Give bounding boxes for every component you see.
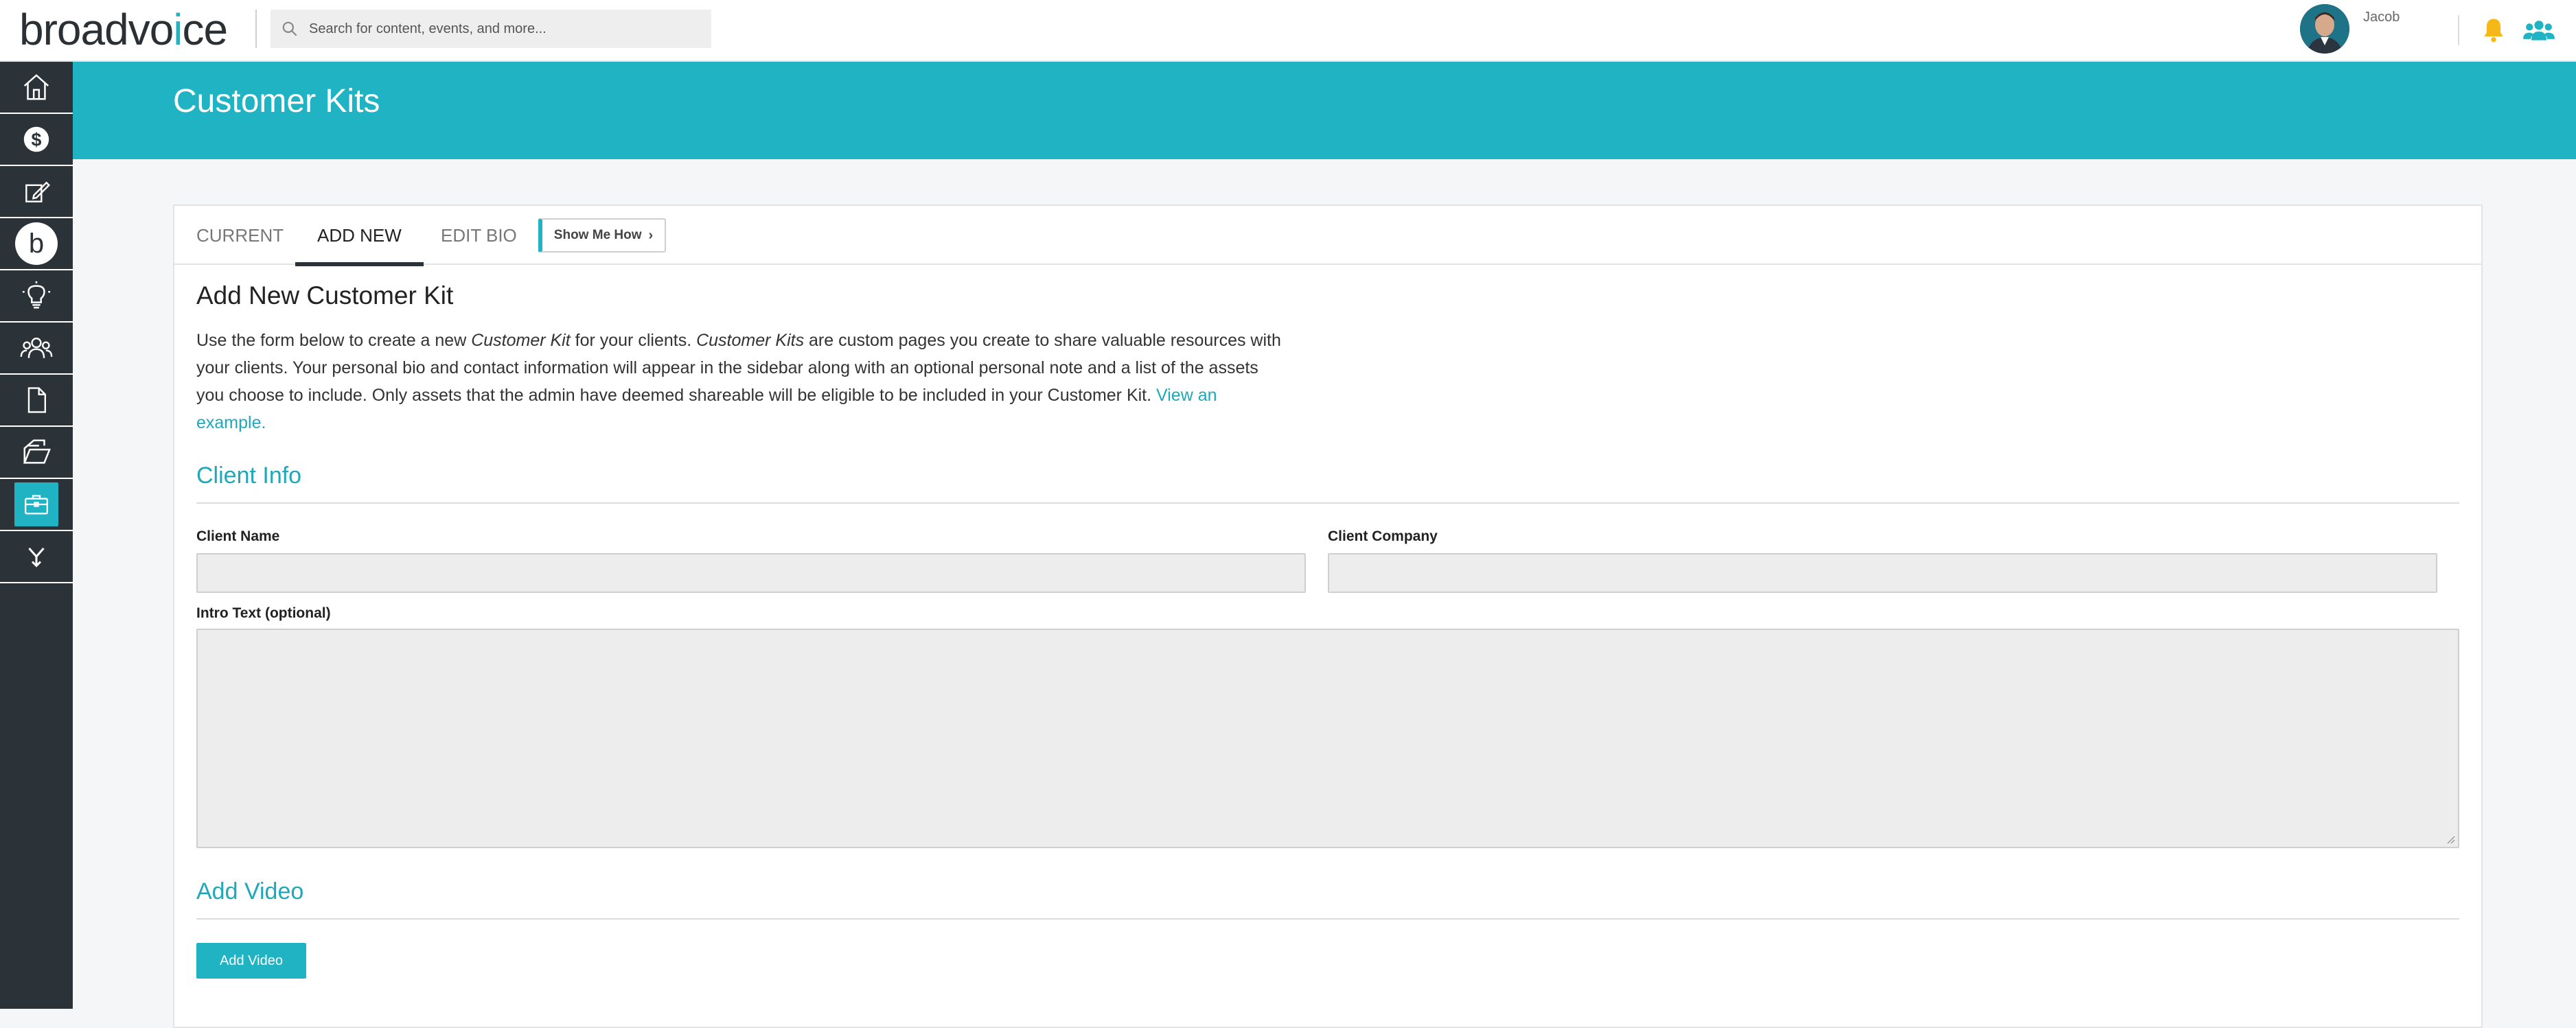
sidebar-item-broadvoice[interactable]: b — [0, 218, 73, 270]
home-icon — [14, 65, 58, 109]
document-icon — [14, 378, 58, 422]
sidebar-item-customer-kits[interactable] — [0, 479, 73, 531]
edit-icon — [14, 170, 58, 213]
show-me-how-label: Show Me How — [553, 228, 642, 242]
client-company-label: Client Company — [1328, 528, 1438, 544]
user-name[interactable]: Jacob — [2363, 10, 2400, 25]
intro-emphasis-1: Customer Kit — [471, 331, 571, 350]
intro-part-2: for your clients. — [570, 331, 697, 350]
intro-emphasis-2: Customer Kits — [696, 331, 805, 350]
top-bar: broadvoice Jacob — [0, 0, 2576, 62]
sidebar-item-files[interactable] — [0, 427, 73, 479]
broadvoice-logo[interactable]: broadvo i ce — [19, 5, 229, 54]
customer-kit-card: CURRENT ADD NEW EDIT BIO Show Me How › A… — [173, 205, 2483, 1028]
intro-part-1: Use the form below to create a new — [196, 331, 472, 350]
sidebar-item-ideas[interactable] — [0, 270, 73, 323]
client-info-heading: Client Info — [196, 463, 302, 489]
chevron-right-icon: › — [648, 227, 654, 243]
folder-icon — [14, 430, 58, 474]
logo-text-end: ce — [182, 5, 229, 54]
page-header-band: Customer Kits — [73, 62, 2576, 159]
dollar-icon: $ — [14, 117, 58, 161]
resize-handle-icon[interactable] — [2446, 834, 2455, 844]
logo-text-start: broadvo — [19, 5, 174, 54]
lightbulb-icon — [14, 274, 58, 318]
tab-edit-bio[interactable]: EDIT BIO — [441, 206, 517, 265]
sidebar-item-sales[interactable]: $ — [0, 114, 73, 166]
tab-current[interactable]: CURRENT — [196, 206, 284, 265]
search-input[interactable] — [309, 21, 693, 37]
briefcase-icon — [14, 482, 58, 526]
form-heading: Add New Customer Kit — [196, 281, 454, 309]
form-content: Add New Customer Kit Use the form below … — [196, 281, 2462, 979]
sidebar-item-people[interactable] — [0, 323, 73, 375]
logo-text-accent: i — [173, 5, 183, 54]
search-icon — [271, 10, 309, 48]
logo-divider — [255, 10, 257, 48]
people-icon — [14, 326, 58, 370]
intro-text-label: Intro Text (optional) — [196, 605, 331, 621]
tab-add-new[interactable]: ADD NEW — [295, 206, 424, 266]
page-title: Customer Kits — [173, 83, 380, 119]
tab-bar: CURRENT ADD NEW EDIT BIO Show Me How › — [174, 206, 2481, 266]
form-intro-text: Use the form below to create a new Custo… — [196, 327, 1281, 436]
sidebar-item-home[interactable] — [0, 62, 73, 114]
svg-text:$: $ — [32, 130, 42, 150]
client-info-divider — [196, 502, 2459, 504]
intro-text-area[interactable] — [196, 629, 2459, 848]
tab-add-new-label: ADD NEW — [317, 224, 402, 246]
merge-icon — [14, 535, 58, 579]
sidebar-item-merge[interactable] — [0, 531, 73, 583]
search-bar[interactable] — [271, 10, 711, 48]
notification-bell-icon[interactable] — [2479, 15, 2509, 45]
sidebar-item-edit[interactable] — [0, 166, 73, 218]
show-me-how-button[interactable]: Show Me How › — [538, 218, 666, 253]
sidebar-nav: $ b — [0, 62, 73, 1009]
add-video-button[interactable]: Add Video — [196, 943, 306, 979]
client-name-label: Client Name — [196, 528, 280, 544]
b-logo-icon: b — [15, 222, 58, 265]
sidebar-item-documents[interactable] — [0, 375, 73, 427]
client-company-field[interactable] — [1328, 553, 2437, 593]
add-video-heading: Add Video — [196, 878, 304, 904]
team-icon[interactable] — [2521, 15, 2557, 45]
add-video-divider — [196, 918, 2459, 920]
client-name-field[interactable] — [196, 553, 1306, 593]
user-avatar[interactable] — [2300, 4, 2349, 54]
topbar-divider — [2458, 15, 2459, 45]
